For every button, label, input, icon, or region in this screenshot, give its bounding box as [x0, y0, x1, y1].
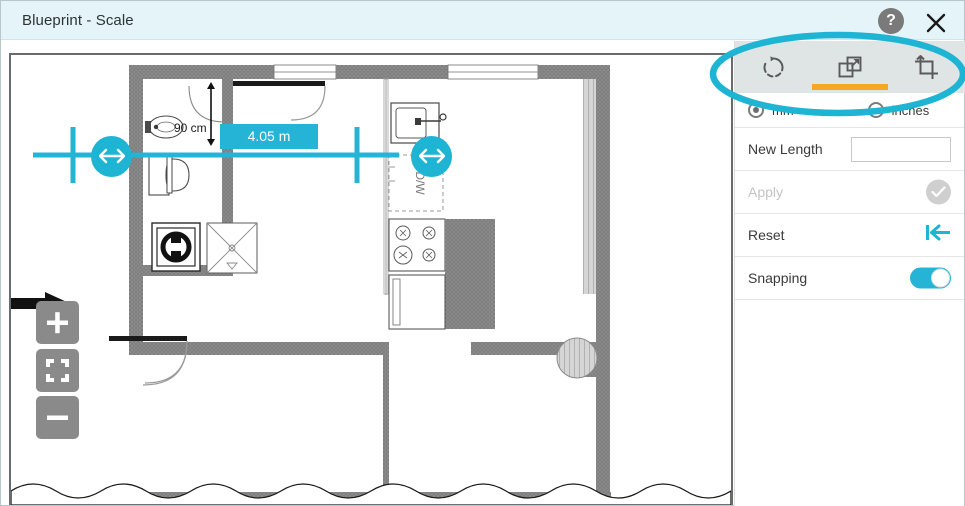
- crop-icon: [915, 54, 939, 79]
- snapping-row: Snapping: [735, 257, 964, 300]
- scale-tool-panel: mm inches New Length Apply Reset Snappin…: [734, 41, 965, 506]
- rotate-icon: [763, 55, 784, 77]
- measurement-line[interactable]: [33, 127, 399, 183]
- measurement-handle-right[interactable]: [411, 136, 452, 177]
- plus-icon: [47, 312, 68, 334]
- horizontal-resize-arrow-icon: [99, 148, 125, 164]
- torn-paper-edge: [11, 483, 731, 505]
- page-title: Blueprint - Scale: [22, 12, 134, 29]
- minus-icon: [47, 415, 68, 420]
- scale-dialog-window: Blueprint - Scale ? D/W 4.05 m 90 cm mm …: [0, 0, 965, 506]
- close-button[interactable]: [921, 8, 951, 38]
- skip-back-arrow-icon: [926, 224, 950, 241]
- reset-row[interactable]: Reset: [735, 214, 964, 257]
- radio-mm-label: mm: [772, 102, 794, 118]
- close-icon: [926, 13, 946, 33]
- tab-rotate[interactable]: [735, 41, 812, 93]
- tab-scale[interactable]: [812, 41, 889, 93]
- title-bar: Blueprint - Scale ?: [1, 1, 964, 40]
- toggle-knob: [931, 268, 950, 288]
- radio-inches-label: inches: [891, 102, 930, 118]
- zoom-out-button[interactable]: [36, 396, 79, 439]
- snapping-label: Snapping: [748, 270, 808, 286]
- scale-resize-icon: [838, 56, 861, 77]
- active-tab-indicator: [812, 84, 888, 90]
- measurement-handle-left[interactable]: [91, 136, 132, 177]
- zoom-in-button[interactable]: [36, 301, 79, 344]
- tool-tabs: [735, 41, 965, 93]
- radio-mm[interactable]: mm: [748, 102, 794, 118]
- snapping-toggle[interactable]: [910, 267, 951, 289]
- new-length-row: New Length: [735, 128, 964, 171]
- snapping-toggle-wrap: [910, 267, 951, 289]
- fit-to-screen-icon: [46, 359, 69, 382]
- radio-inches[interactable]: inches: [867, 102, 930, 118]
- new-length-input[interactable]: [851, 137, 951, 162]
- apply-label: Apply: [748, 184, 784, 200]
- horizontal-resize-arrow-icon: [419, 148, 445, 164]
- zoom-fit-button[interactable]: [36, 349, 79, 392]
- radio-inches-dot: [867, 102, 884, 118]
- radio-mm-dot: [748, 102, 764, 118]
- apply-button[interactable]: [926, 179, 951, 205]
- dimension-90cm-arrow: [207, 82, 215, 146]
- floor-plan-drawing: D/W: [11, 64, 731, 505]
- tab-crop[interactable]: [888, 41, 965, 93]
- question-mark-icon: ?: [886, 12, 896, 29]
- units-row: mm inches: [735, 93, 964, 128]
- dimension-90cm-label: 90 cm: [174, 121, 207, 135]
- check-circle-icon: [926, 179, 951, 205]
- help-button[interactable]: ?: [878, 8, 904, 34]
- blueprint-canvas[interactable]: D/W 4.05 m 90 cm: [9, 53, 733, 505]
- reset-button[interactable]: [924, 222, 951, 249]
- reset-label: Reset: [748, 227, 785, 243]
- new-length-label: New Length: [748, 141, 823, 157]
- measurement-value-label[interactable]: 4.05 m: [220, 124, 318, 149]
- apply-row[interactable]: Apply: [735, 171, 964, 214]
